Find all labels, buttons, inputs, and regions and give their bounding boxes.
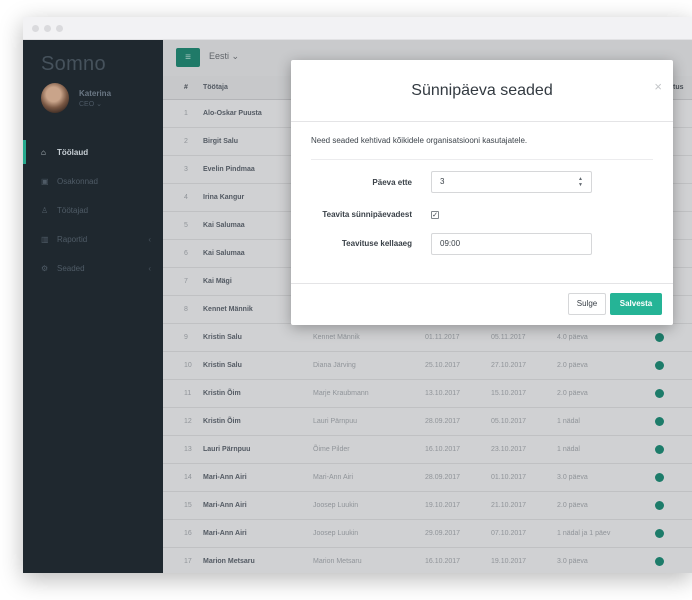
chevron-left-icon: ‹ bbox=[148, 234, 151, 244]
notify-label: Teavita sünnipäevadest bbox=[322, 210, 412, 219]
user-icon: ♙ bbox=[41, 205, 49, 215]
sidebar-item-label: Seaded bbox=[57, 263, 85, 273]
modal-title: Sünnipäeva seaded bbox=[411, 82, 553, 99]
user-name[interactable]: Katerina bbox=[79, 89, 111, 98]
sidebar: Somno Katerina CEO ⌄ ⌂ Töölaud ▣ Osakonnad ♙… bbox=[23, 40, 163, 573]
modal-description: Need seaded kehtivad kõikidele organisat… bbox=[311, 136, 528, 145]
close-button[interactable]: Sulge bbox=[568, 293, 606, 315]
sidebar-item-0[interactable]: ⌂ Töölaud bbox=[23, 140, 163, 164]
app-window: Somno Katerina CEO ⌄ ⌂ Töölaud ▣ Osakonnad ♙… bbox=[23, 17, 692, 573]
settings-icon: ⚙ bbox=[41, 263, 49, 273]
sidebar-item-4[interactable]: ⚙ Seaded ‹ bbox=[23, 256, 163, 280]
stepper-icon[interactable]: ▲ ▼ bbox=[578, 176, 583, 188]
window-zoom-dot[interactable] bbox=[56, 25, 63, 32]
days-before-label: Päeva ette bbox=[372, 178, 412, 187]
sidebar-item-2[interactable]: ♙ Töötajad bbox=[23, 198, 163, 222]
time-label: Teavituse kellaaeg bbox=[341, 239, 412, 248]
window-titlebar bbox=[23, 17, 692, 40]
save-button[interactable]: Salvesta bbox=[610, 293, 662, 315]
brand-logo: Somno bbox=[41, 53, 106, 75]
modal-header: Sünnipäeva seaded × bbox=[291, 60, 673, 122]
home-icon: ⌂ bbox=[41, 147, 46, 157]
window-close-dot[interactable] bbox=[32, 25, 39, 32]
briefcase-icon: ▣ bbox=[41, 176, 49, 186]
time-input[interactable]: 09:00 bbox=[431, 233, 592, 255]
sidebar-item-label: Töötajad bbox=[57, 205, 89, 215]
sidebar-item-label: Raportid bbox=[57, 234, 88, 244]
avatar[interactable] bbox=[41, 83, 69, 113]
sidebar-item-label: Osakonnad bbox=[57, 176, 98, 186]
days-before-input[interactable]: 3 ▲ ▼ bbox=[431, 171, 592, 193]
chevron-left-icon: ‹ bbox=[148, 263, 151, 273]
close-icon[interactable]: × bbox=[654, 79, 662, 94]
sidebar-item-label: Töölaud bbox=[57, 147, 89, 157]
window-minimize-dot[interactable] bbox=[44, 25, 51, 32]
notify-checkbox[interactable]: ✓ bbox=[431, 211, 439, 219]
sidebar-item-3[interactable]: ▥ Raportid ‹ bbox=[23, 227, 163, 251]
sidebar-item-1[interactable]: ▣ Osakonnad bbox=[23, 169, 163, 193]
modal-footer: Sulge Salvesta bbox=[291, 283, 673, 325]
days-before-value: 3 bbox=[440, 177, 445, 186]
chart-icon: ▥ bbox=[41, 234, 49, 244]
user-role[interactable]: CEO ⌄ bbox=[79, 100, 102, 108]
divider bbox=[311, 159, 653, 160]
birthday-settings-modal: Sünnipäeva seaded × Need seaded kehtivad… bbox=[291, 60, 673, 325]
